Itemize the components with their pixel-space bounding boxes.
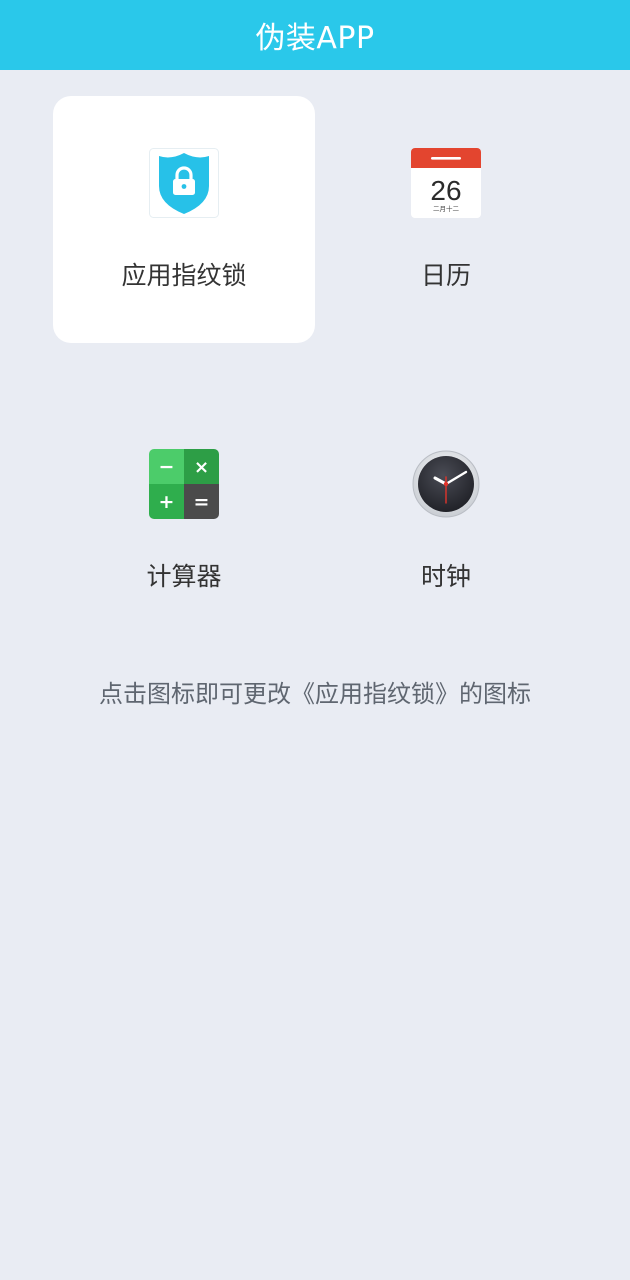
- calendar-icon: 26 二月十二: [411, 148, 481, 218]
- page-title: 伪装APP: [255, 21, 375, 56]
- calendar-lunar: 二月十二: [433, 204, 460, 213]
- icon-option-calculator[interactable]: − × + = 计算器: [53, 397, 315, 644]
- calc-equals: =: [194, 491, 210, 513]
- app-bar: 伪装APP: [0, 0, 630, 70]
- clock-icon: [411, 449, 481, 519]
- icon-option-fingerprint-lock[interactable]: 应用指纹锁: [53, 96, 315, 343]
- calculator-icon: − × + =: [149, 449, 219, 519]
- icon-label-calendar: 日历: [420, 261, 471, 290]
- hint-text: 点击图标即可更改《应用指纹锁》的图标: [99, 680, 531, 708]
- icon-label-clock: 时钟: [420, 562, 471, 591]
- shield-lock-icon: [149, 148, 219, 218]
- calendar-day: 26: [430, 175, 461, 206]
- icon-option-clock[interactable]: 时钟: [315, 397, 577, 644]
- calc-plus: +: [159, 491, 175, 513]
- icon-label-calculator: 计算器: [146, 562, 222, 591]
- icon-option-calendar[interactable]: 26 二月十二 日历: [315, 96, 577, 343]
- calc-minus: −: [159, 456, 175, 478]
- calc-times: ×: [194, 457, 209, 478]
- icon-label-fingerprint-lock: 应用指纹锁: [121, 261, 247, 290]
